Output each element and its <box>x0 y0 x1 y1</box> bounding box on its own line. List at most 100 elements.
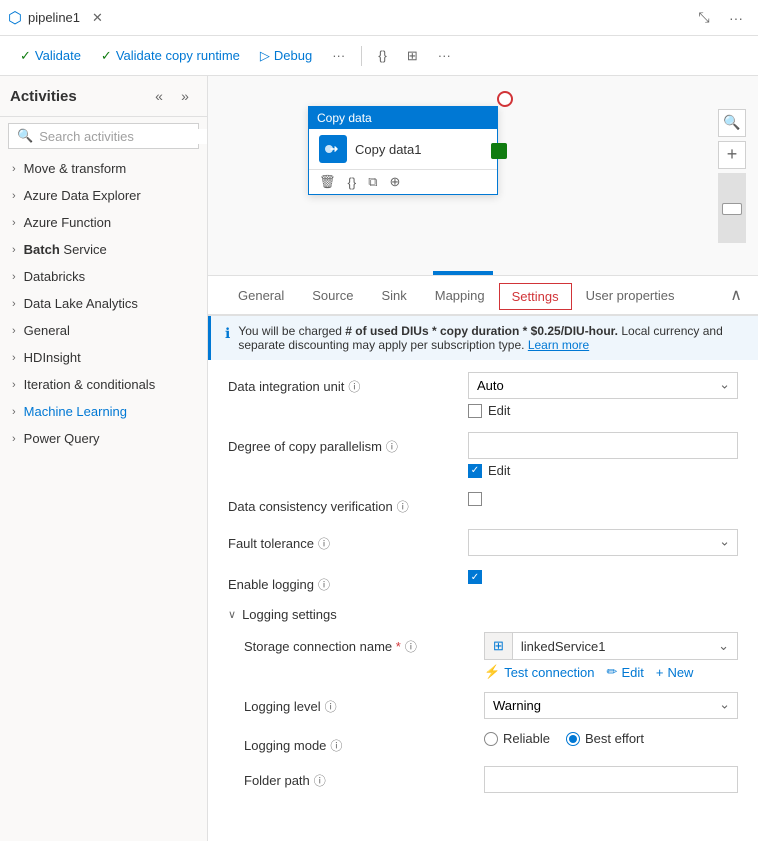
validate-copy-button[interactable]: ✓ Validate copy runtime <box>93 44 248 68</box>
tabs-bar: General Source Sink Mapping Settings Use… <box>208 276 758 316</box>
logging-mode-reliable[interactable]: Reliable <box>484 731 550 746</box>
chevron-icon: › <box>12 190 16 202</box>
data-consistency-checkbox[interactable] <box>468 492 482 506</box>
action-links: ⚡ Test connection ✏ Edit + <box>484 664 738 680</box>
folder-path-input[interactable] <box>484 766 738 793</box>
folder-path-info-icon[interactable]: ⓘ <box>314 772 326 789</box>
sidebar-item-power-query[interactable]: › Power Query <box>0 425 207 452</box>
sidebar-nav: › Move & transform › Azure Data Explorer… <box>0 155 207 841</box>
copy-parallelism-input[interactable] <box>468 432 738 459</box>
learn-more-link[interactable]: Learn more <box>528 338 589 352</box>
add-output-icon[interactable]: ⊕ <box>390 174 401 190</box>
tab-mapping[interactable]: Mapping <box>421 280 499 313</box>
copy-data-node[interactable]: Copy data Copy data1 🗑 {} ⧉ ⊕ <box>308 106 498 195</box>
more-options-button[interactable]: ··· <box>722 4 750 32</box>
sidebar-item-move-transform[interactable]: › Move & transform <box>0 155 207 182</box>
tab-settings[interactable]: Settings <box>499 283 572 310</box>
code-view-button[interactable]: {} <box>370 44 395 67</box>
title-close-icon[interactable]: ✕ <box>92 10 103 26</box>
sidebar-item-machine-learning[interactable]: › Machine Learning <box>0 398 207 425</box>
data-integration-edit-checkbox[interactable] <box>468 404 482 418</box>
sidebar-item-databricks[interactable]: › Databricks <box>0 263 207 290</box>
sidebar-item-hdinsight[interactable]: › HDInsight <box>0 344 207 371</box>
logging-settings-header[interactable]: ∨ Logging settings <box>228 607 738 622</box>
data-integration-edit-label: Edit <box>488 403 510 418</box>
logging-mode-info-icon[interactable]: ⓘ <box>330 737 342 754</box>
tabs-collapse-button[interactable]: ∧ <box>730 285 742 305</box>
canvas-controls: 🔍 + <box>718 109 746 243</box>
copy-parallelism-info-icon[interactable]: ⓘ <box>386 438 398 455</box>
sidebar-item-batch-service[interactable]: › Batch Service <box>0 236 207 263</box>
enable-logging-control: ✓ <box>468 570 738 584</box>
node-label: Copy data1 <box>355 142 422 157</box>
toolbar-more-button-2[interactable]: ··· <box>430 44 459 67</box>
test-connection-link[interactable]: ⚡ Test connection <box>484 664 595 680</box>
sidebar-item-azure-function[interactable]: › Azure Function <box>0 209 207 236</box>
logging-mode-row: Logging mode ⓘ Reliable <box>244 731 738 754</box>
data-integration-unit-select[interactable]: Auto 2 4 8 <box>468 372 738 399</box>
validate-button[interactable]: ✓ Validate <box>12 44 89 68</box>
sidebar-item-label: HDInsight <box>24 350 81 365</box>
best-effort-label: Best effort <box>585 731 644 746</box>
sidebar-item-label: Batch Service <box>24 242 107 257</box>
template-button[interactable]: ⊞ <box>399 44 426 68</box>
storage-connection-label: Storage connection name * ⓘ <box>244 632 474 655</box>
storage-connection-info-icon[interactable]: ⓘ <box>405 638 417 655</box>
tab-sink[interactable]: Sink <box>367 280 420 313</box>
chevron-icon: › <box>12 271 16 283</box>
linked-service-select[interactable]: ⊞ linkedService1 ⌄ <box>484 632 738 660</box>
chevron-icon: › <box>12 163 16 175</box>
logging-level-info-icon[interactable]: ⓘ <box>325 698 337 715</box>
zoom-search-button[interactable]: 🔍 <box>718 109 746 137</box>
debug-play-icon: ▷ <box>260 48 270 64</box>
sidebar-item-general[interactable]: › General <box>0 317 207 344</box>
tab-user-properties[interactable]: User properties <box>572 280 689 313</box>
data-integration-unit-info-icon[interactable]: ⓘ <box>348 378 360 395</box>
toolbar-more-button[interactable]: ··· <box>324 44 353 67</box>
folder-path-control <box>484 766 738 793</box>
sidebar-item-label: Machine Learning <box>24 404 127 419</box>
zoom-slider[interactable] <box>718 173 746 243</box>
sidebar-expand-button[interactable]: » <box>173 84 197 108</box>
best-effort-radio-outer <box>566 732 580 746</box>
node-connector-right[interactable] <box>491 143 507 159</box>
copy-parallelism-edit-checkbox[interactable]: ✓ <box>468 464 482 478</box>
sidebar-item-iteration-conditionals[interactable]: › Iteration & conditionals <box>0 371 207 398</box>
new-plus-icon: + <box>656 665 664 680</box>
data-consistency-row: Data consistency verification ⓘ <box>228 492 738 515</box>
tab-source[interactable]: Source <box>298 280 367 313</box>
new-link[interactable]: + New <box>656 665 694 680</box>
edit-label: Edit <box>621 665 643 680</box>
fault-tolerance-info-icon[interactable]: ⓘ <box>318 535 330 552</box>
data-consistency-info-icon[interactable]: ⓘ <box>397 498 409 515</box>
copy-parallelism-row: Degree of copy parallelism ⓘ ✓ Edit <box>228 432 738 478</box>
pipeline-canvas[interactable]: Copy data Copy data1 🗑 {} ⧉ ⊕ <box>208 76 758 276</box>
zoom-slider-thumb[interactable] <box>722 203 742 215</box>
search-input[interactable] <box>39 129 208 144</box>
logging-mode-best-effort[interactable]: Best effort <box>566 731 644 746</box>
copy-parallelism-control: ✓ Edit <box>468 432 738 478</box>
copy-icon[interactable]: ⧉ <box>368 174 377 190</box>
form-area: Data integration unit ⓘ Auto 2 4 8 <box>208 360 758 805</box>
enable-logging-label: Enable logging ⓘ <box>228 570 458 593</box>
sidebar-item-data-lake-analytics[interactable]: › Data Lake Analytics <box>0 290 207 317</box>
tab-general[interactable]: General <box>224 280 298 313</box>
expand-button[interactable]: ⤡ <box>690 4 718 32</box>
edit-link[interactable]: ✏ Edit <box>607 664 644 680</box>
pipeline-title: pipeline1 <box>28 10 80 25</box>
logging-level-select[interactable]: Warning Info Error <box>484 692 738 719</box>
enable-logging-checkbox[interactable]: ✓ <box>468 570 482 584</box>
chevron-icon: › <box>12 352 16 364</box>
sidebar-collapse-button[interactable]: « <box>147 84 171 108</box>
logging-settings-label: Logging settings <box>242 607 337 622</box>
code-icon[interactable]: {} <box>348 175 357 190</box>
delete-icon[interactable]: 🗑 <box>319 174 336 190</box>
zoom-in-button[interactable]: + <box>718 141 746 169</box>
fault-tolerance-select[interactable]: Skip incompatible rows <box>468 529 738 556</box>
debug-button[interactable]: ▷ Debug <box>252 44 320 68</box>
enable-logging-info-icon[interactable]: ⓘ <box>318 576 330 593</box>
new-label: New <box>667 665 693 680</box>
sidebar-item-azure-data-explorer[interactable]: › Azure Data Explorer <box>0 182 207 209</box>
storage-connection-row: Storage connection name * ⓘ ⊞ linkedServ… <box>244 632 738 680</box>
edit-icon: ✏ <box>607 664 618 680</box>
